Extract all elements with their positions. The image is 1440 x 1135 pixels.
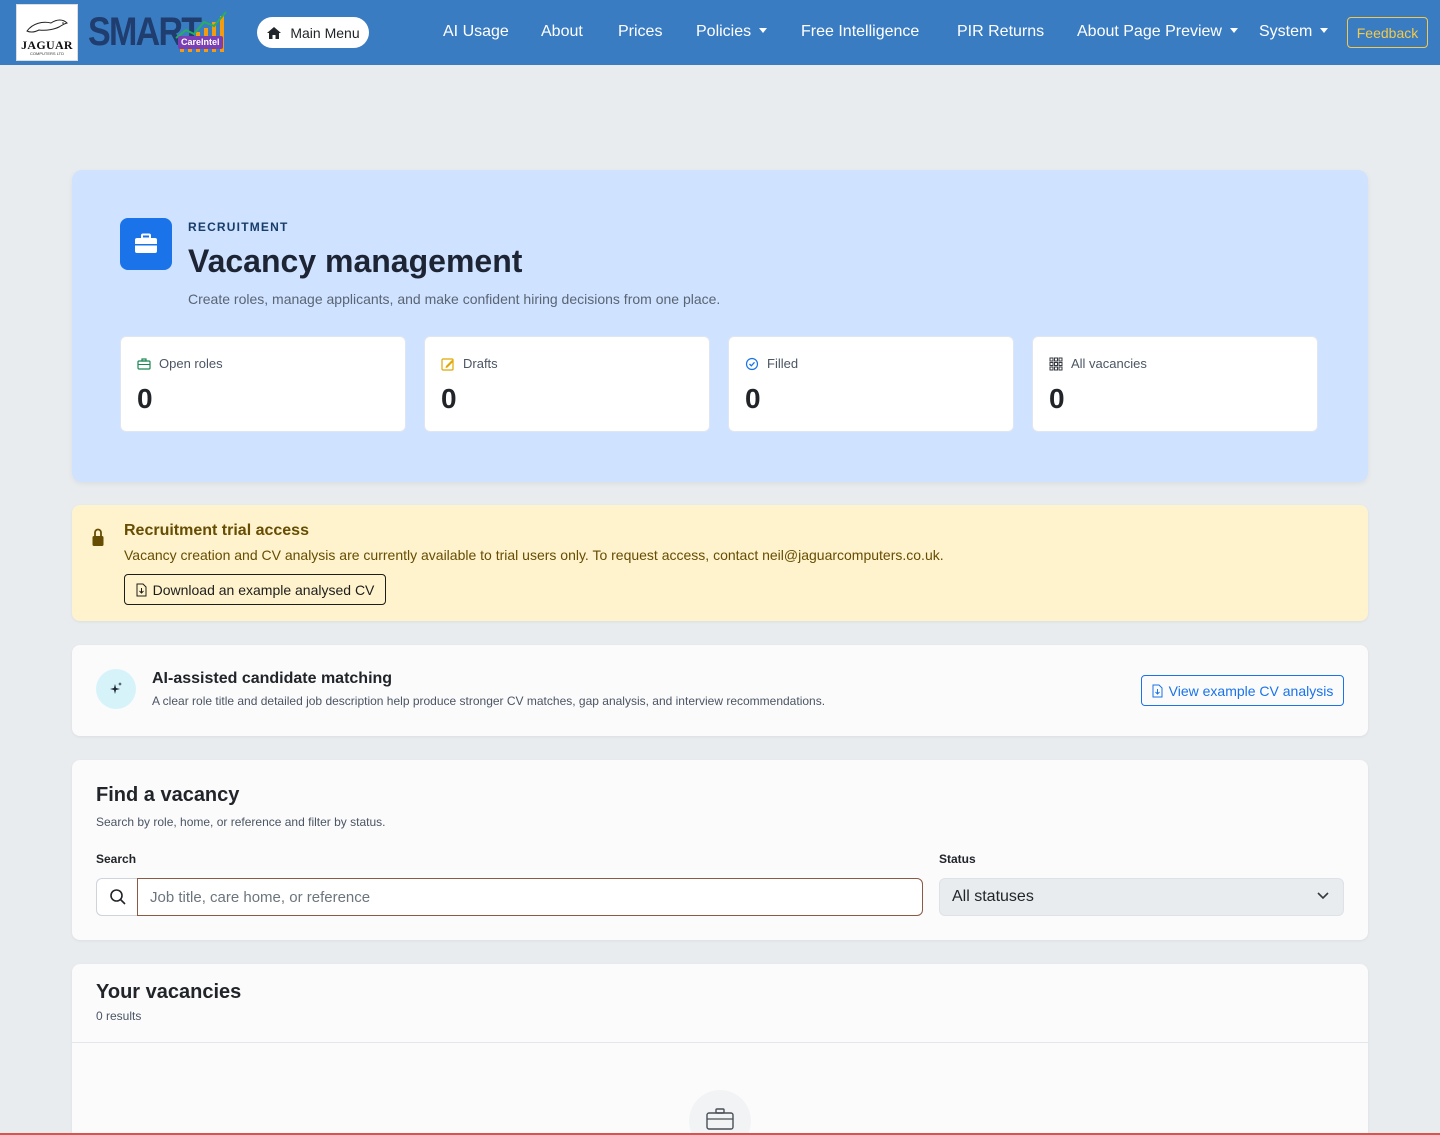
find-vacancy-title: Find a vacancy [96, 784, 240, 806]
nav-link-prices[interactable]: Prices [618, 22, 662, 42]
hero-eyebrow: RECRUITMENT [188, 220, 289, 234]
trial-text: Vacancy creation and CV analysis are cur… [124, 547, 944, 563]
stat-value: 0 [441, 383, 457, 414]
grid-icon [1049, 357, 1063, 371]
check-badge-icon [745, 357, 759, 371]
caret-down-icon [1320, 28, 1329, 33]
jaguar-logo[interactable]: JAGUAR COMPUTERS LTD [16, 4, 78, 61]
status-select[interactable]: All statuses [939, 878, 1344, 916]
nav-dropdown-policies[interactable]: Policies [696, 22, 768, 42]
stat-label: Open roles [159, 356, 223, 371]
sparkle-icon [96, 669, 136, 709]
nav-link-label: AI Usage [443, 23, 509, 40]
nav-link-pir-returns[interactable]: PIR Returns [957, 22, 1044, 42]
ai-card-text: A clear role title and detailed job desc… [152, 694, 826, 708]
divider [72, 1042, 1368, 1043]
caret-down-icon [1229, 28, 1238, 33]
page-title: Vacancy management [188, 243, 523, 279]
search-icon [96, 878, 138, 916]
hero-panel: RECRUITMENT Vacancy management Create ro… [72, 170, 1368, 482]
careintel-badge: CareIntel [178, 36, 223, 49]
nav-link-label: PIR Returns [957, 23, 1045, 40]
download-example-cv-label: Download an example analysed CV [152, 581, 375, 598]
feedback-button[interactable]: Feedback [1347, 17, 1428, 48]
nav-link-label: System [1259, 23, 1313, 40]
stat-card-filled[interactable]: Filled 0 [728, 336, 1014, 432]
nav-link-label: Prices [618, 23, 663, 40]
nav-link-label: Policies [696, 23, 752, 40]
view-example-cv-analysis-label: View example CV analysis [1168, 682, 1334, 699]
pencil-square-icon [441, 358, 454, 371]
jaguar-logo-subtext: COMPUTERS LTD [30, 51, 64, 56]
smart-careintel-logo[interactable]: SMART CareIntel [88, 10, 243, 54]
nav-link-label: About Page Preview [1077, 23, 1222, 40]
status-label: Status [939, 852, 976, 866]
main-menu-label: Main Menu [290, 24, 360, 41]
file-icon [1152, 684, 1163, 697]
nav-link-free-intelligence[interactable]: Free Intelligence [801, 22, 919, 42]
stat-card-drafts[interactable]: Drafts 0 [424, 336, 710, 432]
search-group [96, 878, 923, 916]
main-menu-button[interactable]: Main Menu [257, 17, 369, 48]
stat-value: 0 [745, 383, 761, 414]
briefcase-icon [120, 218, 172, 270]
results-count: 0 results [96, 1009, 142, 1023]
status-selected-value: All statuses [952, 888, 1034, 905]
stat-card-open-roles[interactable]: Open roles 0 [120, 336, 406, 432]
nav-link-label: About [541, 23, 583, 40]
nav-link-about[interactable]: About [541, 22, 583, 42]
file-download-icon [136, 583, 147, 596]
jaguar-logo-text: JAGUAR [21, 38, 73, 52]
stat-card-all-vacancies[interactable]: All vacancies 0 [1032, 336, 1318, 432]
stat-value: 0 [1049, 383, 1065, 414]
jaguar-cat-icon [26, 19, 68, 33]
empty-state-briefcase-icon [689, 1090, 751, 1135]
your-vacancies-title: Your vacancies [96, 981, 242, 1003]
find-vacancy-card: Find a vacancy Search by role, home, or … [72, 760, 1368, 940]
search-label: Search [96, 852, 137, 866]
download-example-cv-button[interactable]: Download an example analysed CV [124, 574, 386, 605]
trial-access-alert: Recruitment trial access Vacancy creatio… [72, 505, 1368, 621]
caret-down-icon [759, 28, 768, 33]
nav-dropdown-system[interactable]: System [1259, 22, 1329, 42]
stat-label: Filled [767, 356, 799, 371]
lock-icon [92, 528, 104, 546]
find-vacancy-subtitle: Search by role, home, or reference and f… [96, 815, 386, 829]
search-input[interactable] [137, 878, 923, 916]
your-vacancies-card: Your vacancies 0 results [72, 964, 1368, 1135]
home-icon [267, 26, 282, 39]
stat-label: Drafts [463, 356, 498, 371]
trial-title: Recruitment trial access [124, 522, 309, 539]
nav-link-label: Free Intelligence [801, 23, 920, 40]
stat-label: All vacancies [1071, 356, 1147, 371]
view-example-cv-analysis-button[interactable]: View example CV analysis [1141, 675, 1344, 706]
page-subtitle: Create roles, manage applicants, and mak… [188, 291, 721, 307]
nav-link-ai-usage[interactable]: AI Usage [443, 22, 509, 42]
stat-value: 0 [137, 383, 153, 414]
ai-matching-card: AI-assisted candidate matching A clear r… [72, 645, 1368, 736]
briefcase-outline-icon [137, 358, 151, 370]
ai-card-title: AI-assisted candidate matching [152, 670, 393, 687]
top-navbar: JAGUAR COMPUTERS LTD SMART CareIntel Mai… [0, 0, 1440, 65]
nav-dropdown-about-page-preview[interactable]: About Page Preview [1077, 22, 1238, 42]
chevron-down-icon [1317, 892, 1329, 900]
